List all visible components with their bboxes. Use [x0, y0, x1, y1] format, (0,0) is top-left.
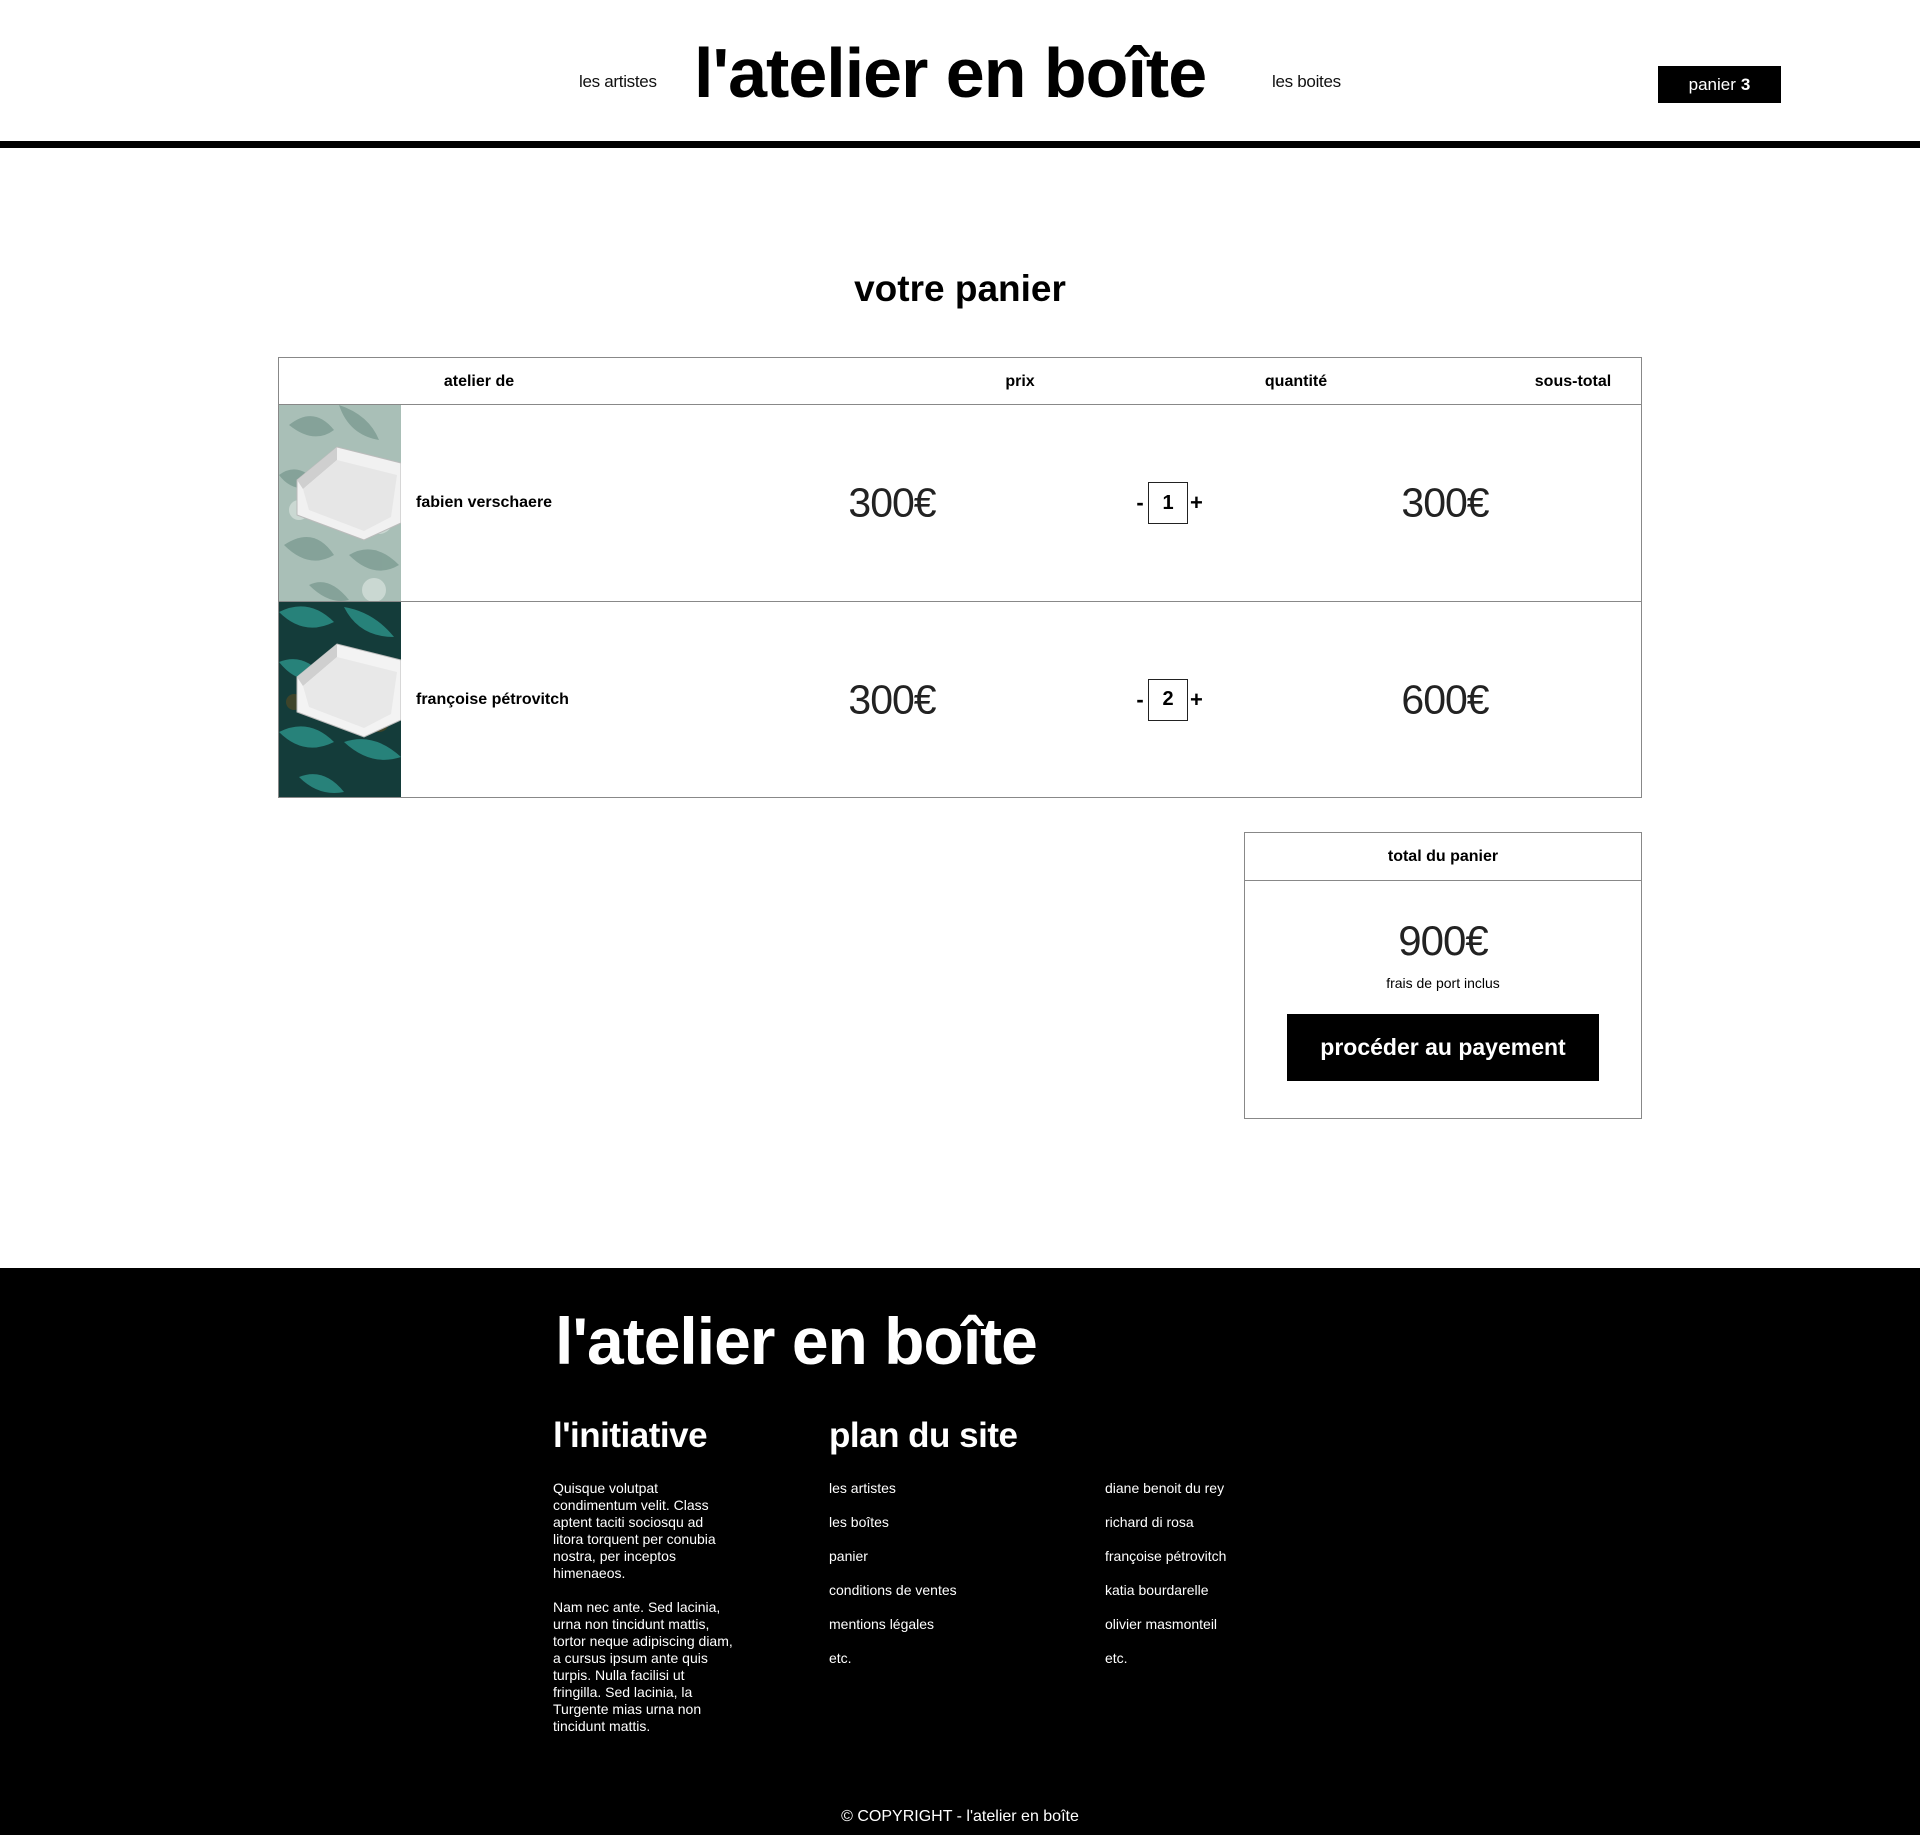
- header-price: prix: [1005, 373, 1035, 390]
- cart-button[interactable]: panier 3: [1658, 66, 1781, 103]
- decrement-button[interactable]: -: [1134, 688, 1146, 711]
- unit-price: 300€: [848, 676, 936, 722]
- table-header: atelier de prix quantité sous-total: [279, 358, 1641, 405]
- row-subtotal: 600€: [1401, 676, 1489, 722]
- product-thumbnail[interactable]: [279, 602, 401, 797]
- site-footer: l'atelier en boîte l'initiative Quisque …: [0, 1268, 1920, 1835]
- table-row: françoise pétrovitch 300€ - 2 + 600€: [279, 601, 1641, 797]
- nav-link-artistes[interactable]: les artistes: [579, 72, 657, 92]
- sitemap-heading: plan du site: [829, 1416, 1018, 1455]
- footer-artist-link[interactable]: richard di rosa: [1105, 1514, 1226, 1548]
- sitemap-links: les artistes les boîtes panier condition…: [829, 1480, 957, 1684]
- artist-links: diane benoit du rey richard di rosa fran…: [1105, 1480, 1226, 1684]
- footer-link[interactable]: etc.: [829, 1650, 957, 1684]
- row-subtotal: 300€: [1401, 479, 1489, 526]
- artist-name[interactable]: françoise pétrovitch: [416, 691, 569, 709]
- shipping-note: frais de port inclus: [1386, 975, 1500, 991]
- artist-name[interactable]: fabien verschaere: [416, 494, 552, 512]
- initiative-text: Quisque volutpat condimentum velit. Clas…: [553, 1480, 733, 1735]
- decrement-button[interactable]: -: [1134, 492, 1146, 514]
- cart-label: panier: [1688, 74, 1736, 94]
- increment-button[interactable]: +: [1190, 688, 1203, 711]
- nav-link-boites[interactable]: les boites: [1272, 72, 1341, 92]
- total-amount: 900€: [1398, 917, 1488, 964]
- quantity-stepper: - 1 +: [1134, 482, 1203, 524]
- header-artist: atelier de: [443, 373, 515, 390]
- footer-artist-link[interactable]: katia bourdarelle: [1105, 1582, 1226, 1616]
- footer-artist-link[interactable]: olivier masmonteil: [1105, 1616, 1226, 1650]
- increment-button[interactable]: +: [1190, 492, 1203, 514]
- header-subtotal: sous-total: [1534, 373, 1612, 390]
- site-header: les artistes l'atelier en boîte les boit…: [0, 0, 1920, 148]
- footer-link[interactable]: panier: [829, 1548, 957, 1582]
- copyright: © COPYRIGHT - l'atelier en boîte: [841, 1808, 1079, 1825]
- footer-artist-link[interactable]: diane benoit du rey: [1105, 1480, 1226, 1514]
- quantity-field[interactable]: 2: [1148, 678, 1188, 721]
- initiative-paragraph: Nam nec ante. Sed lacinia, urna non tinc…: [553, 1599, 733, 1734]
- initiative-heading: l'initiative: [553, 1416, 708, 1455]
- unit-price: 300€: [848, 479, 936, 526]
- page-title: votre panier: [854, 268, 1066, 309]
- footer-link[interactable]: conditions de ventes: [829, 1582, 957, 1616]
- checkout-button[interactable]: procéder au payement: [1287, 1014, 1599, 1081]
- cart-table: atelier de prix quantité sous-total fabi…: [278, 357, 1642, 798]
- footer-link[interactable]: les artistes: [829, 1480, 957, 1514]
- footer-link[interactable]: les boîtes: [829, 1514, 957, 1548]
- quantity-stepper: - 2 +: [1134, 678, 1203, 721]
- header-quantity: quantité: [1264, 373, 1328, 390]
- product-thumbnail[interactable]: [279, 405, 401, 601]
- footer-artist-link[interactable]: etc.: [1105, 1650, 1226, 1684]
- footer-link[interactable]: mentions légales: [829, 1616, 957, 1650]
- table-row: fabien verschaere 300€ - 1 + 300€: [279, 405, 1641, 601]
- cart-count: 3: [1740, 74, 1751, 94]
- cart-total-box: total du panier 900€ frais de port inclu…: [1244, 832, 1642, 1119]
- site-logo[interactable]: l'atelier en boîte: [694, 38, 1207, 108]
- footer-artist-link[interactable]: françoise pétrovitch: [1105, 1548, 1226, 1582]
- quantity-field[interactable]: 1: [1148, 482, 1188, 524]
- initiative-paragraph: Quisque volutpat condimentum velit. Clas…: [553, 1480, 716, 1581]
- footer-logo[interactable]: l'atelier en boîte: [555, 1308, 1038, 1374]
- total-heading: total du panier: [1245, 833, 1641, 881]
